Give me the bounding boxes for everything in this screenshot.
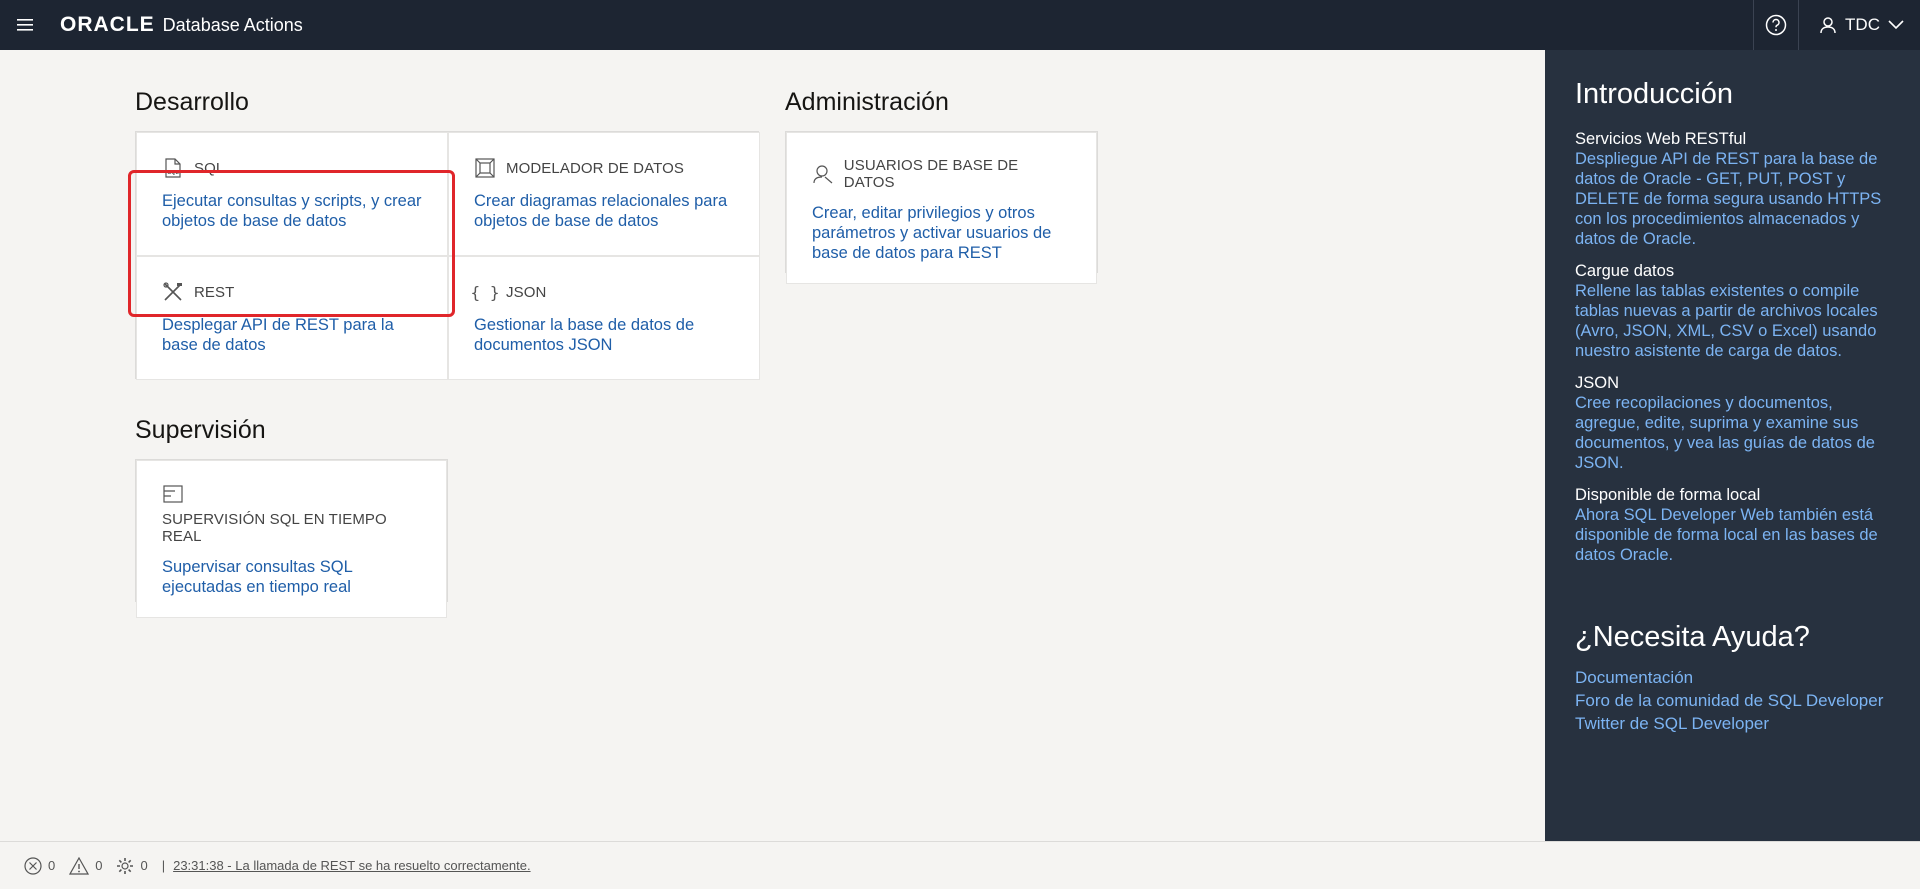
intro-item-json: JSON Cree recopilaciones y documentos, a… (1575, 373, 1890, 473)
errors-count: 0 (48, 858, 56, 873)
oracle-logo: ORACLE (60, 13, 155, 36)
development-grid: SQL SQL Ejecutar consultas y scripts, y … (135, 131, 760, 380)
user-menu-button[interactable]: TDC (1799, 0, 1920, 50)
intro-item-desc[interactable]: Cree recopilaciones y documentos, agregu… (1575, 393, 1890, 473)
intro-item-desc[interactable]: Rellene las tablas existentes o compile … (1575, 281, 1890, 361)
section-title-administracion: Administración (785, 88, 949, 116)
menu-icon[interactable] (0, 0, 50, 50)
monitoring-grid: SUPERVISIÓN SQL EN TIEMPO REAL Supervisa… (135, 459, 448, 618)
intro-item-desc[interactable]: Ahora SQL Developer Web también está dis… (1575, 505, 1890, 565)
warnings-count: 0 (95, 858, 103, 873)
card-rest-desc[interactable]: Desplegar API de REST para la base de da… (162, 315, 422, 355)
database-users-icon (812, 163, 834, 185)
error-icon (24, 856, 42, 875)
sql-file-icon: SQL (162, 157, 184, 179)
intro-item-rest: Servicios Web RESTful Despliegue API de … (1575, 129, 1890, 249)
card-data-modeler[interactable]: MODELADOR DE DATOS Crear diagramas relac… (448, 132, 760, 256)
card-sql-title: SQL (194, 159, 225, 177)
gear-icon (117, 857, 134, 874)
warning-icon (69, 856, 90, 875)
intro-title: Introducción (1575, 78, 1733, 110)
card-database-users-title: USUARIOS DE BASE DE DATOS (843, 157, 1019, 191)
status-message[interactable]: 23:31:38 - La llamada de REST se ha resu… (173, 858, 530, 873)
json-braces-icon: { } (470, 282, 500, 302)
card-sql-desc[interactable]: Ejecutar consultas y scripts, y crear ob… (162, 191, 422, 231)
card-data-modeler-title: MODELADOR DE DATOS (506, 159, 684, 177)
card-rest-title: REST (194, 283, 235, 301)
errors-status[interactable]: 0 (24, 856, 56, 875)
help-title: ¿Necesita Ayuda? (1575, 621, 1810, 653)
intro-item-load: Cargue datos Rellene las tablas existent… (1575, 261, 1890, 361)
top-bar: ORACLE Database Actions TDC (0, 0, 1920, 50)
card-json[interactable]: { } JSON Gestionar la base de datos de d… (448, 256, 760, 380)
intro-item-title: Servicios Web RESTful (1575, 130, 1747, 148)
documentation-link[interactable]: Documentación (1575, 666, 1890, 689)
intro-item-title: JSON (1575, 374, 1620, 392)
svg-text:SQL: SQL (168, 170, 180, 176)
card-rest[interactable]: REST Desplegar API de REST para la base … (136, 256, 448, 380)
card-json-title: JSON (506, 283, 547, 301)
app-name: Database Actions (162, 14, 303, 35)
warnings-status[interactable]: 0 (69, 856, 103, 875)
intro-item-desc[interactable]: Despliegue API de REST para la base de d… (1575, 149, 1890, 249)
section-title-desarrollo: Desarrollo (135, 88, 249, 116)
user-icon (1820, 17, 1836, 34)
card-json-desc[interactable]: Gestionar la base de datos de documentos… (474, 315, 734, 355)
intro-item-title: Cargue datos (1575, 262, 1675, 280)
chevron-down-icon (1888, 20, 1904, 30)
data-modeler-icon (474, 157, 496, 179)
main-content: Desarrollo Administración Supervisión SQ… (0, 50, 1545, 841)
monitoring-icon (162, 483, 184, 505)
tasks-count: 0 (140, 858, 148, 873)
side-panel: Introducción Servicios Web RESTful Despl… (1545, 50, 1920, 841)
user-name: TDC (1845, 15, 1880, 34)
card-sql-monitoring[interactable]: SUPERVISIÓN SQL EN TIEMPO REAL Supervisa… (136, 460, 447, 618)
card-sql[interactable]: SQL SQL Ejecutar consultas y scripts, y … (136, 132, 448, 256)
intro-item-local: Disponible de forma local Ahora SQL Deve… (1575, 485, 1890, 565)
brand[interactable]: ORACLE Database Actions (60, 13, 303, 37)
intro-item-title: Disponible de forma local (1575, 486, 1761, 504)
section-title-supervision: Supervisión (135, 416, 266, 444)
twitter-link[interactable]: Twitter de SQL Developer (1575, 712, 1890, 735)
rest-tools-icon (162, 281, 184, 303)
card-database-users[interactable]: USUARIOS DE BASE DE DATOS Crear, editar … (786, 132, 1097, 284)
card-sql-monitoring-title: SUPERVISIÓN SQL EN TIEMPO REAL (162, 511, 387, 545)
forum-link[interactable]: Foro de la comunidad de SQL Developer (1575, 689, 1890, 712)
administration-grid: USUARIOS DE BASE DE DATOS Crear, editar … (785, 131, 1098, 284)
tasks-status[interactable]: 0 (116, 857, 148, 875)
status-bar: 0 0 0 | 23:31:38 - La llamada de REST se… (0, 841, 1920, 889)
card-data-modeler-desc[interactable]: Crear diagramas relacionales para objeto… (474, 191, 734, 231)
card-sql-monitoring-desc[interactable]: Supervisar consultas SQL ejecutadas en t… (162, 557, 421, 597)
status-separator: | (161, 858, 166, 873)
help-icon[interactable] (1753, 0, 1800, 50)
card-database-users-desc[interactable]: Crear, editar privilegios y otros paráme… (812, 203, 1071, 263)
